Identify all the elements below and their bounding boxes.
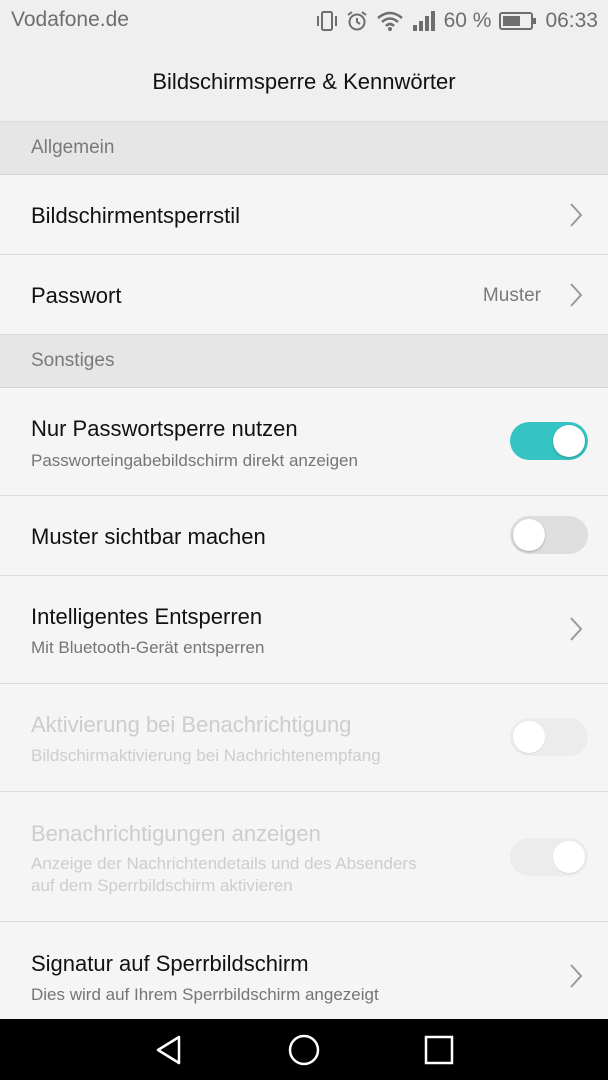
section-label-other: Sonstiges: [31, 350, 115, 371]
setting-subtitle: Bildschirmaktivierung bei Nachrichtenemp…: [31, 746, 381, 765]
chevron-right-icon: [570, 203, 583, 227]
chevron-right-icon: [570, 964, 583, 988]
setting-subtitle: Mit Bluetooth-Gerät entsperren: [31, 638, 265, 657]
setting-lock-style[interactable]: Bildschirmentsperrstil: [0, 175, 608, 255]
page-title-bar: Bildschirmsperre & Kennwörter: [0, 42, 608, 122]
signal-icon: [412, 10, 436, 32]
alarm-icon: [346, 10, 368, 32]
page-title: Bildschirmsperre & Kennwörter: [152, 68, 456, 94]
setting-show-pattern[interactable]: Muster sichtbar machen: [0, 496, 608, 576]
setting-password[interactable]: Passwort Muster: [0, 255, 608, 335]
setting-title: Aktivierung bei Benachrichtigung: [31, 712, 352, 737]
navigation-bar: [0, 1019, 608, 1080]
setting-smart-unlock[interactable]: Intelligentes Entsperren Mit Bluetooth-G…: [0, 576, 608, 684]
setting-signature[interactable]: Signatur auf Sperrbildschirm Dies wird a…: [0, 922, 608, 1019]
setting-title: Signatur auf Sperrbildschirm: [31, 951, 309, 976]
toggle-knob: [513, 721, 545, 753]
home-icon[interactable]: [288, 1034, 320, 1066]
section-header-general: Allgemein: [0, 122, 608, 175]
setting-title: Passwort: [31, 283, 122, 308]
toggle-knob: [553, 425, 585, 457]
setting-subtitle: Dies wird auf Ihrem Sperrbildschirm ange…: [31, 985, 379, 1004]
setting-show-notifications: Benachrichtigungen anzeigen Anzeige der …: [0, 792, 608, 922]
vibrate-icon: [316, 10, 338, 32]
wake-on-notification-toggle: [510, 718, 588, 756]
setting-wake-on-notification: Aktivierung bei Benachrichtigung Bildsch…: [0, 684, 608, 792]
battery-percent: 60 %: [443, 9, 492, 32]
back-icon[interactable]: [153, 1034, 185, 1066]
status-bar: Vodafone.de 60 % 06:33: [0, 0, 608, 42]
wifi-icon: [376, 10, 404, 32]
setting-subtitle-line2: auf dem Sperrbildschirm aktivieren: [31, 876, 293, 895]
password-only-toggle[interactable]: [510, 422, 588, 460]
section-label-general: Allgemein: [31, 137, 115, 158]
setting-title: Nur Passwortsperre nutzen: [31, 416, 298, 441]
show-notifications-toggle: [510, 838, 588, 876]
carrier-name: Vodafone.de: [11, 8, 129, 31]
setting-password-only[interactable]: Nur Passwortsperre nutzen Passworteingab…: [0, 388, 608, 496]
recents-icon[interactable]: [423, 1034, 455, 1066]
setting-subtitle: Passworteingabebildschirm direkt anzeige…: [31, 451, 358, 470]
setting-title: Muster sichtbar machen: [31, 524, 266, 549]
battery-icon: [499, 11, 537, 31]
show-pattern-toggle[interactable]: [510, 516, 588, 554]
status-icons: 60 % 06:33: [308, 8, 598, 34]
chevron-right-icon: [570, 283, 583, 307]
clock: 06:33: [545, 9, 598, 32]
section-header-other: Sonstiges: [0, 335, 608, 388]
setting-title: Bildschirmentsperrstil: [31, 203, 241, 228]
setting-subtitle: Anzeige der Nachrichtendetails und des A…: [31, 854, 417, 873]
setting-title: Intelligentes Entsperren: [31, 604, 263, 629]
setting-title: Benachrichtigungen anzeigen: [31, 821, 321, 846]
toggle-knob: [513, 519, 545, 551]
chevron-right-icon: [570, 617, 583, 641]
toggle-knob: [553, 841, 585, 873]
setting-value: Muster: [482, 285, 541, 306]
